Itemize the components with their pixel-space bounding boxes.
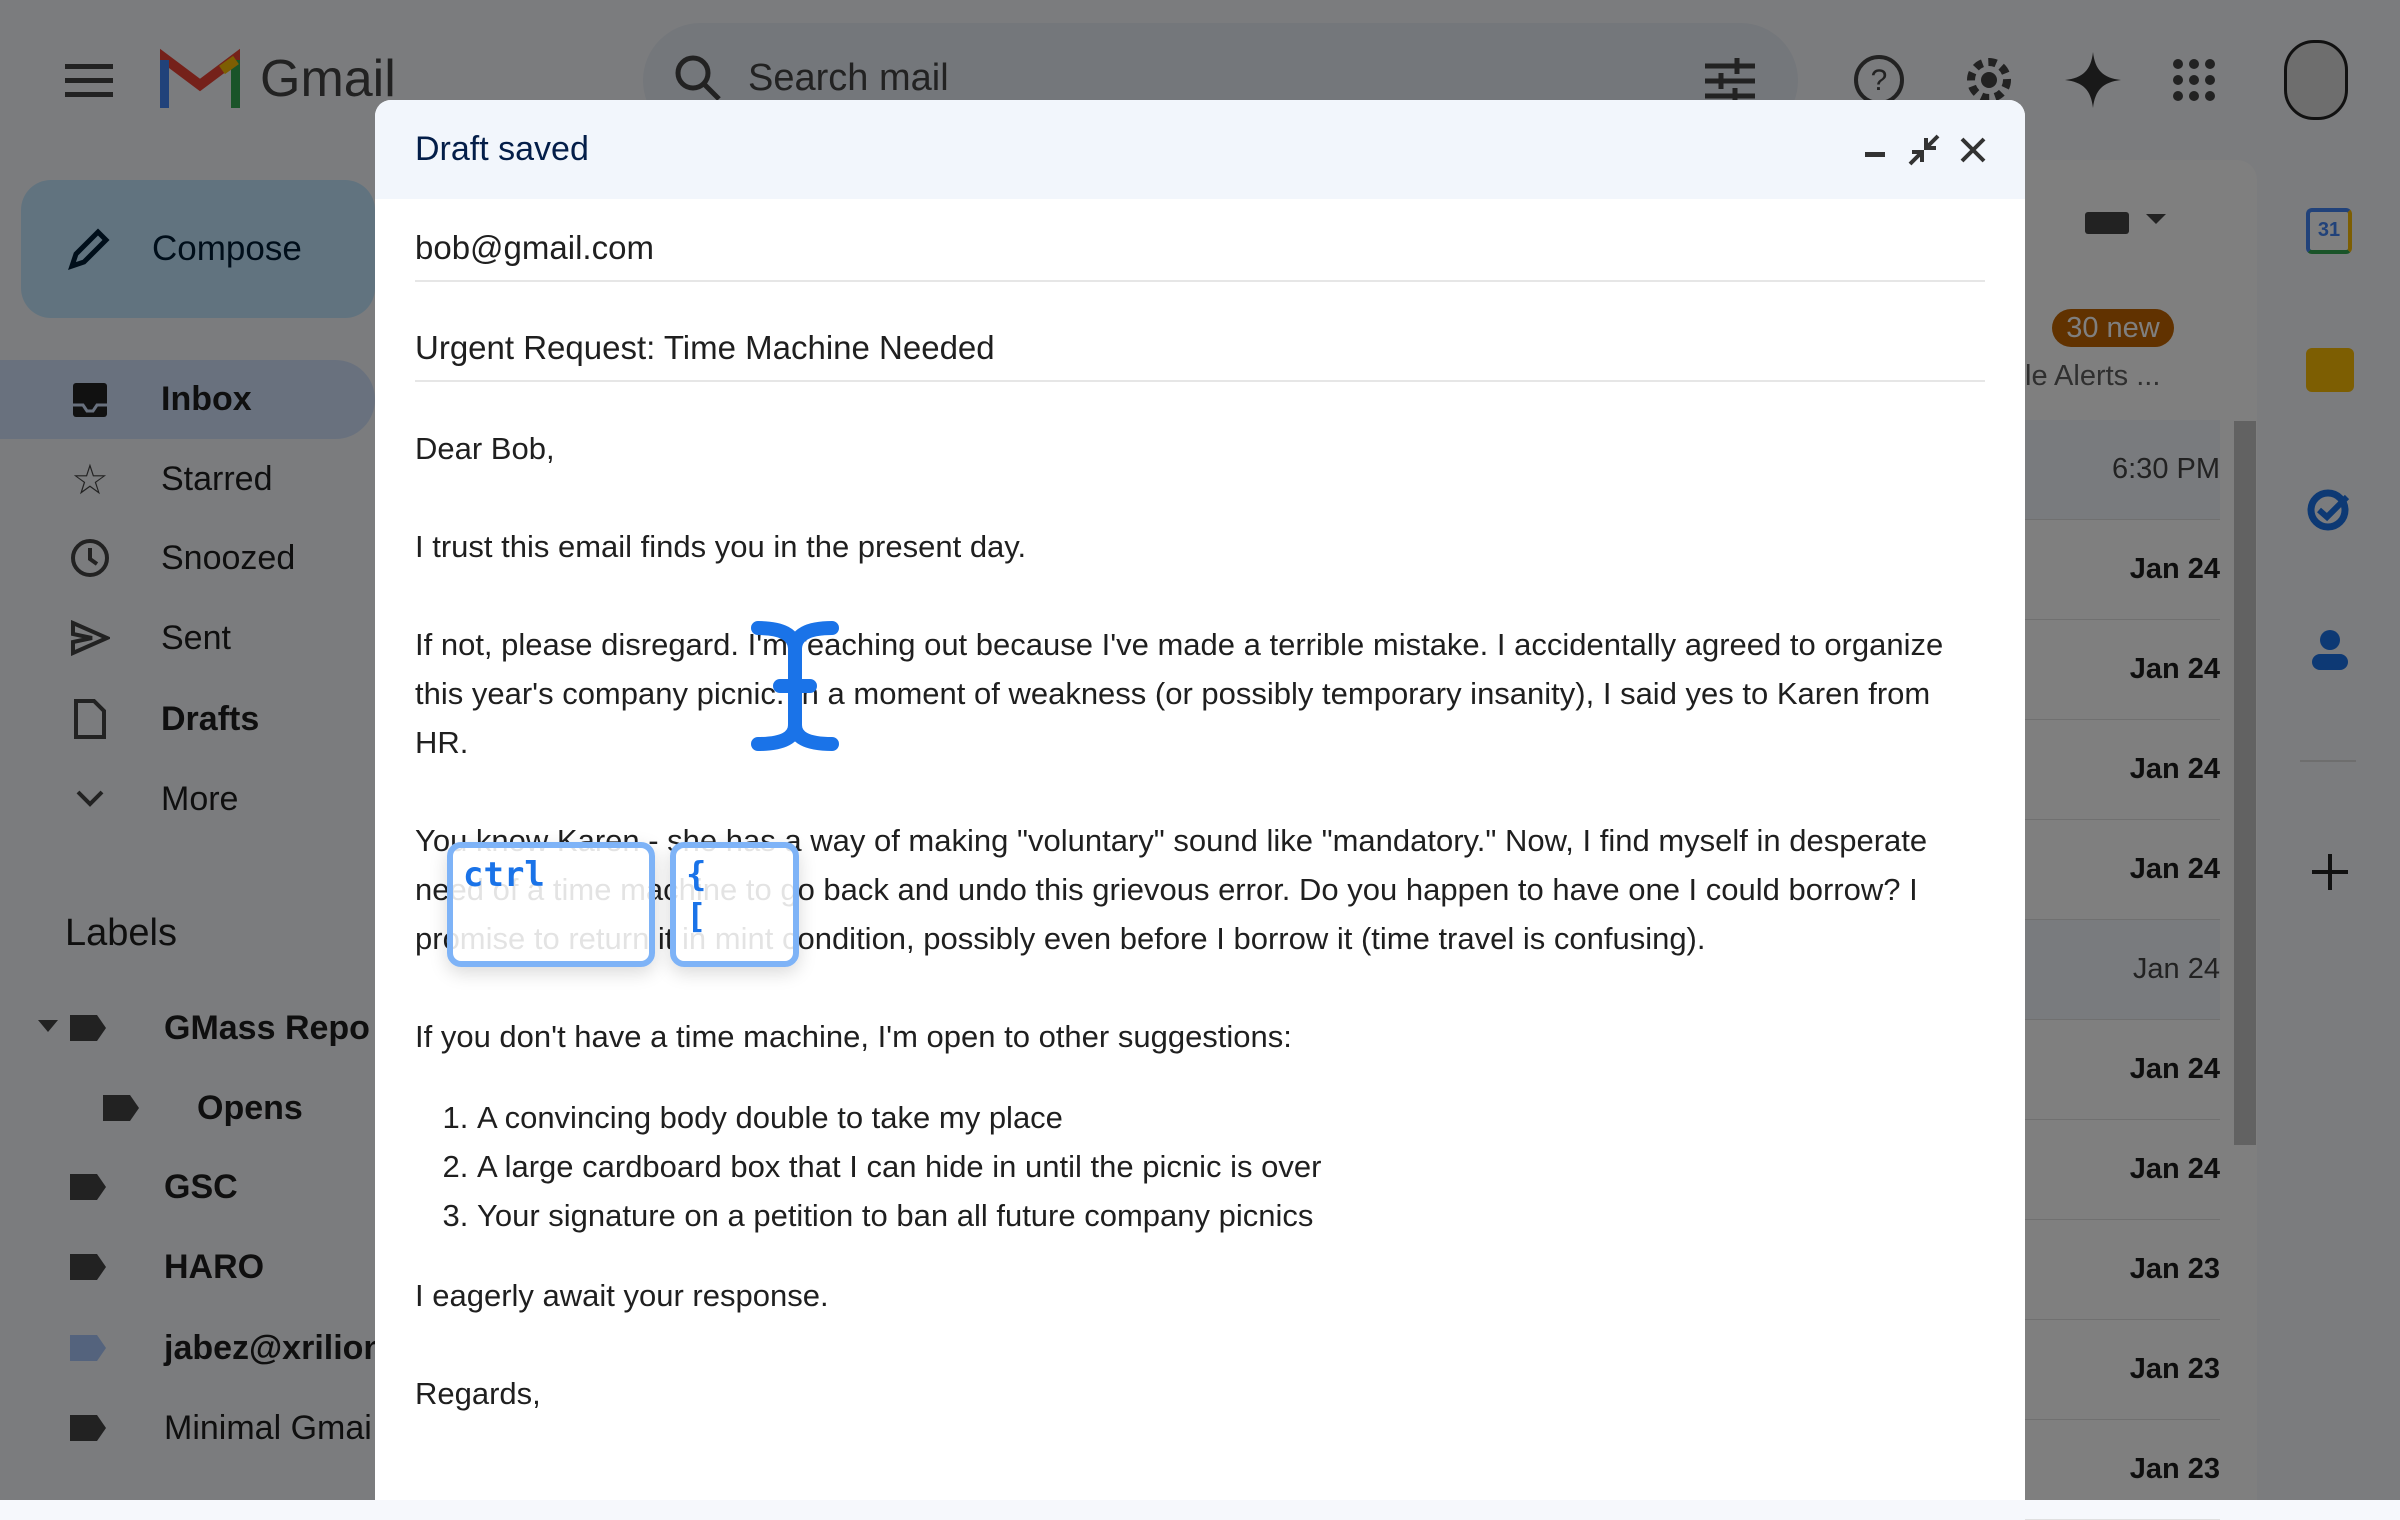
body-paragraph: I trust this email finds you in the pres… <box>415 529 1027 564</box>
body-closing: Regards, <box>415 1376 541 1411</box>
minimize-icon[interactable] <box>1865 152 1885 157</box>
key-bracket: {[ <box>670 842 799 967</box>
compose-header[interactable]: Draft saved <box>375 100 2025 199</box>
exit-fullscreen-icon[interactable] <box>1908 134 1940 171</box>
suggestion-list: A convincing body double to take my plac… <box>477 1093 1990 1240</box>
list-item: A convincing body double to take my plac… <box>477 1093 1990 1142</box>
key-label-top: { <box>686 855 707 895</box>
compose-window: Draft saved bob@gmail.com Urgent Request… <box>375 100 2025 1500</box>
to-field[interactable]: bob@gmail.com <box>415 216 1985 282</box>
key-ctrl: ctrl <box>447 842 655 967</box>
list-item: Your signature on a petition to ban all … <box>477 1191 1990 1240</box>
body-paragraph: If not, please disregard. I'm reaching o… <box>415 627 1944 760</box>
key-label-bottom: [ <box>686 897 707 937</box>
key-label: ctrl <box>463 855 545 895</box>
close-icon[interactable] <box>1959 136 1987 169</box>
draft-status: Draft saved <box>415 130 589 168</box>
body-greeting: Dear Bob, <box>415 431 555 466</box>
text-cursor-icon <box>750 620 840 757</box>
list-item: A large cardboard box that I can hide in… <box>477 1142 1990 1191</box>
subject-field[interactable]: Urgent Request: Time Machine Needed <box>415 316 1985 382</box>
body-paragraph: I eagerly await your response. <box>415 1278 829 1313</box>
body-paragraph: If you don't have a time machine, I'm op… <box>415 1019 1292 1054</box>
